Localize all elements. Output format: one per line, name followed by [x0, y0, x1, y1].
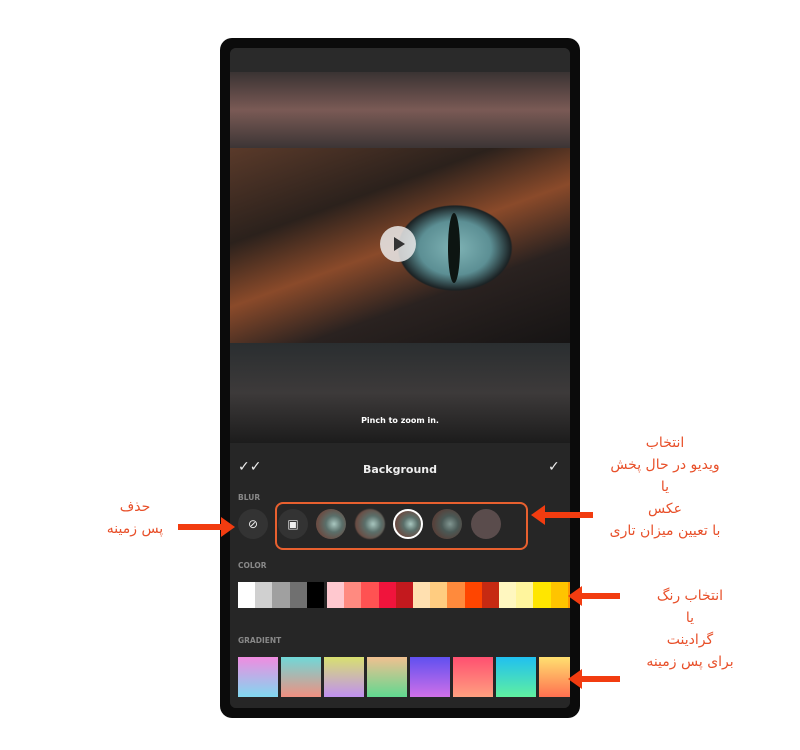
color-swatch[interactable]	[533, 582, 551, 608]
gradient-swatch[interactable]	[539, 657, 570, 697]
top-bar	[230, 48, 570, 72]
color-swatch[interactable]	[447, 582, 465, 608]
gradient-swatch[interactable]	[453, 657, 493, 697]
color-swatch[interactable]	[413, 582, 431, 608]
annotation-remove: حذف پس زمینه	[95, 496, 175, 540]
annotation-line: یا	[685, 610, 695, 626]
annotation-line: یا	[660, 479, 670, 495]
color-swatch[interactable]	[289, 582, 308, 608]
annotation-line: گرادینت	[666, 632, 714, 648]
arrow-right	[178, 517, 235, 537]
annotation-line: ویدیو در حال پخش	[610, 457, 720, 473]
video-preview[interactable]	[230, 148, 570, 343]
color-swatch[interactable]	[395, 582, 414, 608]
gradient-swatch[interactable]	[496, 657, 536, 697]
color-swatch[interactable]	[361, 582, 379, 608]
play-icon[interactable]	[380, 226, 416, 262]
color-swatch[interactable]	[430, 582, 448, 608]
color-label: COLOR	[238, 561, 267, 570]
annotation-line: برای پس زمینه	[646, 654, 734, 670]
blurred-background-top	[230, 72, 570, 148]
arrow-left	[568, 586, 620, 606]
annotation-color: انتخاب رنگ یا گرادینت برای پس زمینه	[620, 585, 760, 673]
color-swatch[interactable]	[481, 582, 500, 608]
background-panel: ✓✓ Background ✓ BLUR ⊘ ▣ COLOR GRADIENT	[230, 443, 570, 708]
gradient-swatch[interactable]	[367, 657, 407, 697]
eye-pupil	[448, 213, 460, 283]
gradient-swatch[interactable]	[281, 657, 321, 697]
no-background-icon[interactable]: ⊘	[238, 509, 268, 539]
zoom-hint: Pinch to zoom in.	[361, 416, 439, 425]
gradient-label: GRADIENT	[238, 636, 282, 645]
panel-title: Background	[362, 463, 438, 476]
color-swatch[interactable]	[272, 582, 290, 608]
color-swatch[interactable]	[516, 582, 534, 608]
color-swatch[interactable]	[344, 582, 362, 608]
annotation-line: حذف	[119, 499, 151, 515]
color-swatch[interactable]	[306, 582, 325, 608]
blur-label: BLUR	[238, 493, 261, 502]
annotation-blur: انتخاب ویدیو در حال پخش یا عکس با تعیین …	[585, 432, 745, 542]
blurred-background-bottom	[230, 343, 570, 443]
gradient-swatch[interactable]	[324, 657, 364, 697]
screen: Pinch to zoom in. ✓✓ Background ✓ BLUR ⊘…	[230, 48, 570, 708]
phone-frame: Pinch to zoom in. ✓✓ Background ✓ BLUR ⊘…	[220, 38, 580, 718]
color-swatch[interactable]	[238, 582, 256, 608]
arrow-left	[531, 505, 593, 525]
annotation-line: عکس	[648, 501, 682, 517]
color-swatch[interactable]	[378, 582, 397, 608]
color-swatch[interactable]	[499, 582, 517, 608]
annotation-line: انتخاب رنگ	[656, 588, 724, 604]
color-swatch[interactable]	[464, 582, 483, 608]
color-swatch[interactable]	[327, 582, 345, 608]
arrow-left	[568, 669, 620, 689]
color-swatch[interactable]	[255, 582, 273, 608]
gradient-swatch[interactable]	[238, 657, 278, 697]
check-icon[interactable]: ✓	[548, 459, 560, 475]
annotation-line: پس زمینه	[106, 521, 164, 537]
color-swatch[interactable]	[550, 582, 569, 608]
gradient-swatch[interactable]	[410, 657, 450, 697]
annotation-line: انتخاب	[645, 435, 685, 451]
annotation-line: با تعیین میزان تاری	[609, 523, 721, 539]
blur-options-highlight	[275, 502, 528, 550]
